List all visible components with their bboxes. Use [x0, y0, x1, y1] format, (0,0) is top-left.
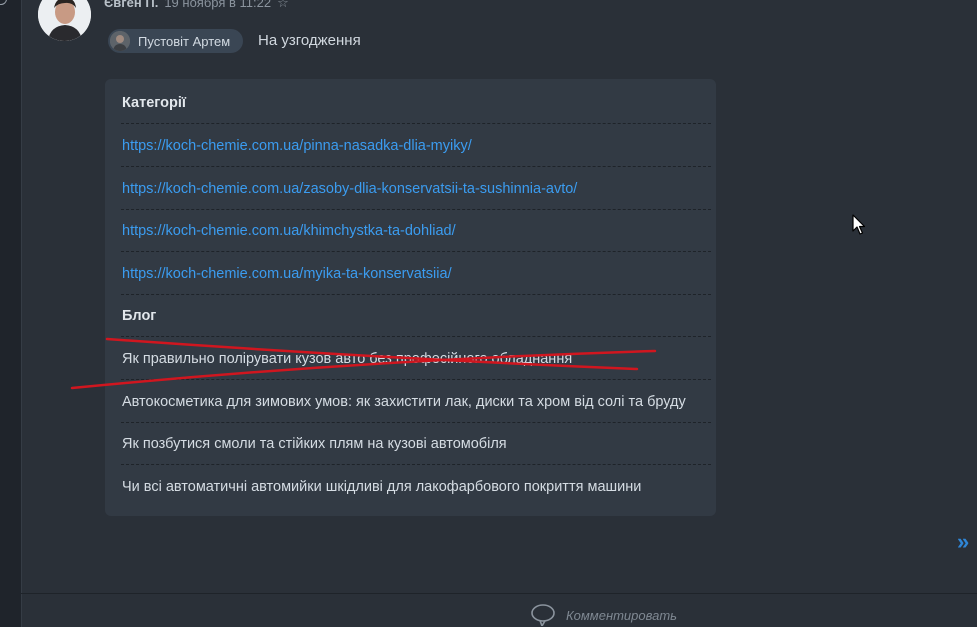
mention-avatar	[110, 31, 130, 51]
blog-title: Як позбутися смоли та стійких плям на ку…	[122, 436, 507, 452]
user-photo-icon	[110, 31, 130, 51]
content-card: Категорії https://koch-chemie.com.ua/pin…	[105, 79, 716, 516]
blog-row: Як позбутися смоли та стійких плям на ку…	[121, 423, 711, 465]
mention-name: Пустовіт Артем	[138, 33, 231, 49]
link-row[interactable]: https://koch-chemie.com.ua/zasoby-dlia-k…	[121, 168, 711, 210]
status-text: На узгодження	[258, 32, 361, 49]
footer-divider	[21, 593, 977, 594]
category-link[interactable]: https://koch-chemie.com.ua/pinna-nasadka…	[122, 138, 472, 154]
left-rail	[0, 0, 22, 627]
link-row[interactable]: https://koch-chemie.com.ua/khimchystka-t…	[121, 210, 711, 252]
section-header-blog: Блог	[121, 295, 711, 337]
comment-date: 19 ноября в 11:22	[164, 0, 272, 10]
timeline-dot-icon	[0, 0, 7, 5]
link-row[interactable]: https://koch-chemie.com.ua/pinna-nasadka…	[121, 125, 711, 167]
category-link[interactable]: https://koch-chemie.com.ua/myika-ta-kons…	[122, 266, 452, 282]
blog-title: Автокосметика для зимових умов: як захис…	[122, 394, 686, 410]
star-icon[interactable]: ☆	[277, 0, 289, 10]
person-photo-icon	[38, 0, 91, 41]
comment-button[interactable]: Комментировать	[530, 604, 677, 626]
speech-bubble-icon	[531, 604, 555, 626]
blog-title: Як правильно полірувати кузов авто без п…	[122, 351, 573, 367]
mention-chip[interactable]: Пустовіт Артем	[108, 29, 244, 53]
author-name[interactable]: Євген П.	[104, 0, 158, 10]
category-link[interactable]: https://koch-chemie.com.ua/khimchystka-t…	[122, 223, 456, 239]
author-avatar[interactable]	[38, 0, 91, 41]
blog-row: Чи всі автоматичні автомийки шкідливі дл…	[122, 466, 711, 508]
section-header-categories: Категорії	[121, 82, 711, 124]
blog-row: Як правильно полірувати кузов авто без п…	[121, 338, 711, 380]
link-row[interactable]: https://koch-chemie.com.ua/myika-ta-kons…	[121, 253, 711, 295]
comment-header: Євген П. 19 ноября в 11:22 ☆	[104, 0, 289, 11]
category-link[interactable]: https://koch-chemie.com.ua/zasoby-dlia-k…	[122, 181, 577, 197]
blog-row: Автокосметика для зимових умов: як захис…	[121, 381, 711, 423]
blog-title: Чи всі автоматичні автомийки шкідливі дл…	[122, 479, 642, 495]
next-arrow-button[interactable]: »	[957, 529, 969, 555]
mouse-cursor-icon	[852, 214, 866, 235]
comment-label: Комментировать	[566, 607, 678, 623]
